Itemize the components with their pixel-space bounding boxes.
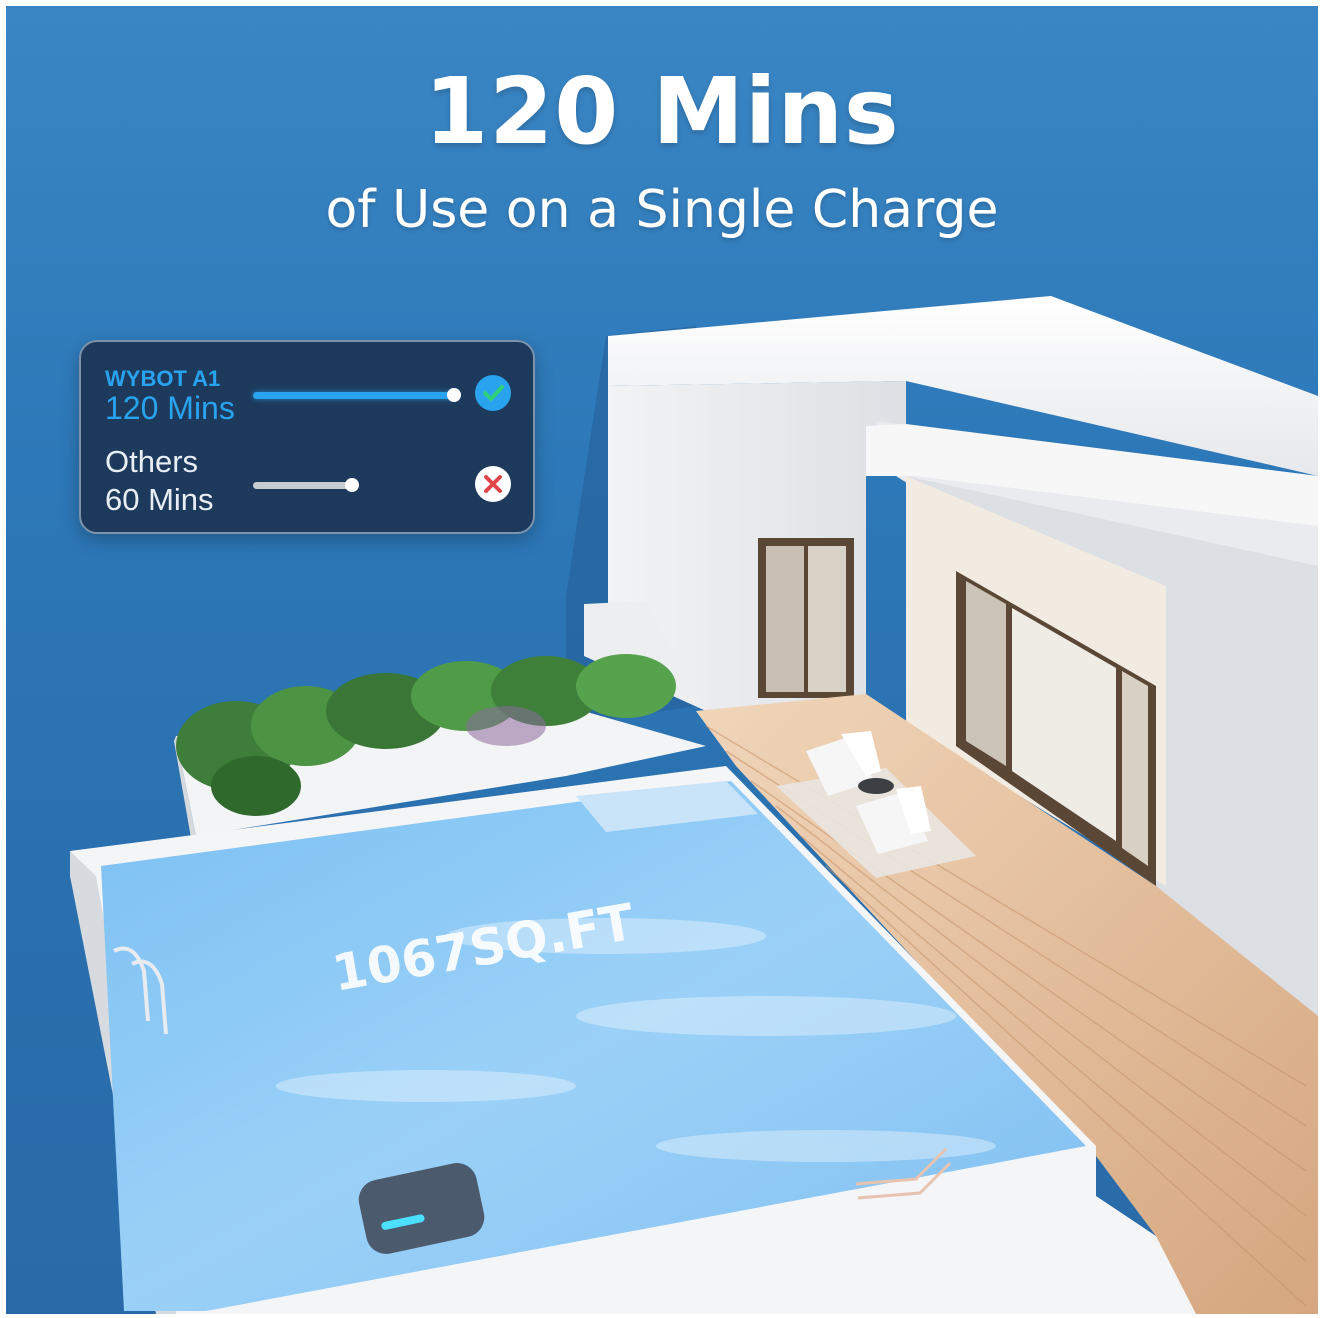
secondary-runtime: 60 Mins bbox=[105, 482, 214, 517]
primary-runtime-bar bbox=[253, 388, 461, 402]
side-table bbox=[858, 778, 894, 794]
secondary-runtime-bar bbox=[253, 478, 359, 492]
subheadline: of Use on a Single Charge bbox=[325, 180, 999, 240]
primary-runtime-bar-end bbox=[447, 388, 461, 402]
product-banner: 1067SQ.FT 120 Mins of Use on a Single Ch… bbox=[6, 6, 1318, 1314]
headline: 120 Mins bbox=[424, 58, 900, 165]
primary-runtime: 120 Mins bbox=[105, 390, 235, 426]
secondary-runtime-bar-end bbox=[345, 478, 359, 492]
check-icon bbox=[475, 375, 511, 411]
cross-icon bbox=[475, 466, 511, 502]
runtime-comparison-card: WYBOT A1 120 Mins Others 60 Mins bbox=[79, 340, 535, 534]
primary-product-name: WYBOT A1 bbox=[105, 366, 221, 391]
secondary-product-name: Others bbox=[105, 444, 199, 479]
